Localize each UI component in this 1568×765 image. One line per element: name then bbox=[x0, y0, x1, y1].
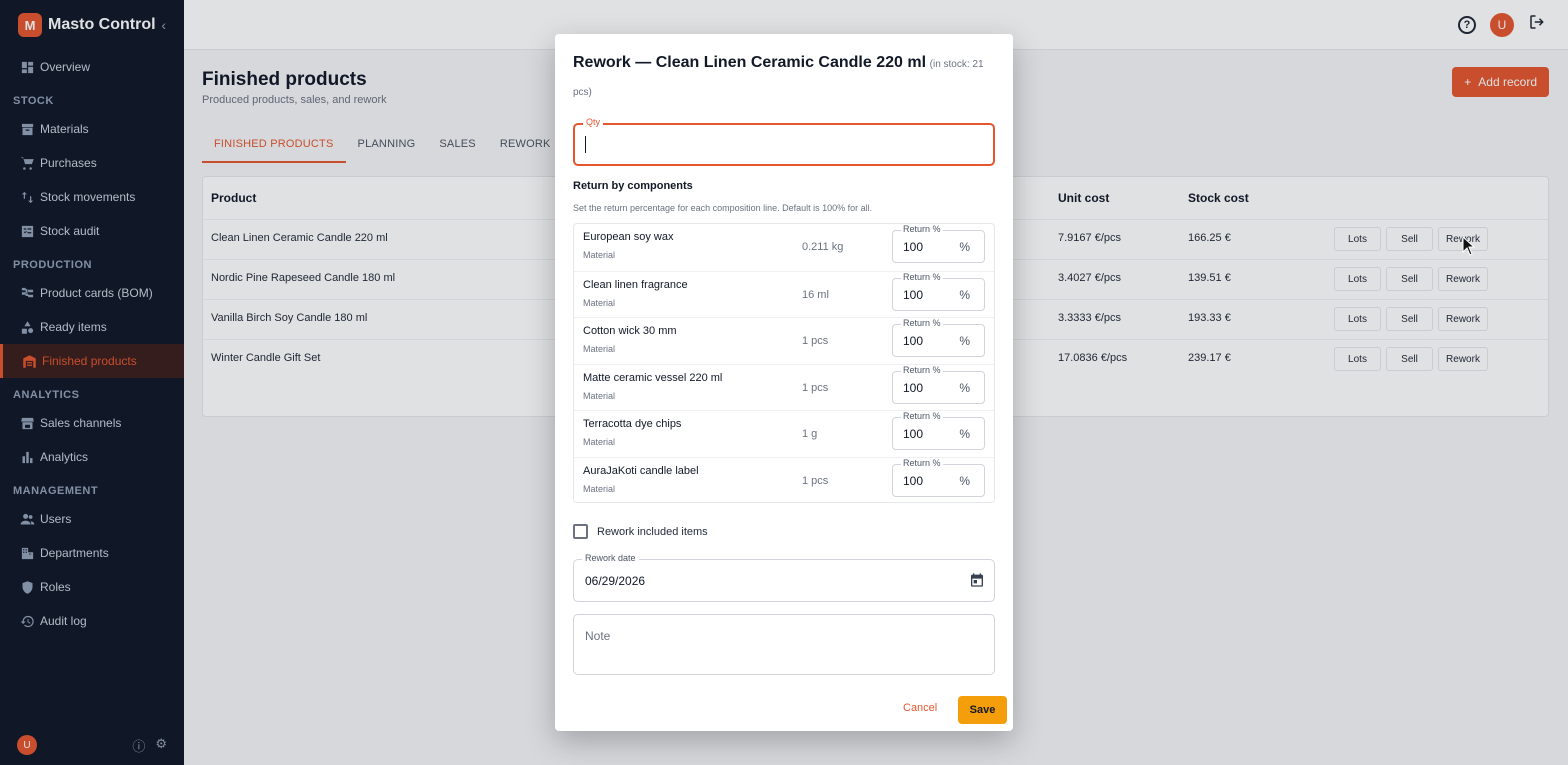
mouse-cursor-icon bbox=[1462, 236, 1476, 256]
return-percent-label: Return % bbox=[901, 457, 943, 468]
return-percent-label: Return % bbox=[901, 318, 943, 328]
return-percent-input[interactable]: Return % 100% bbox=[892, 318, 985, 357]
note-textarea[interactable]: Note bbox=[573, 614, 995, 675]
component-qty: 1 pcs bbox=[802, 474, 829, 487]
return-percent-label: Return % bbox=[901, 271, 943, 282]
note-placeholder: Note bbox=[585, 629, 611, 643]
qty-input[interactable]: Qty bbox=[573, 117, 995, 166]
component-qty: 0.211 kg bbox=[802, 241, 844, 253]
component-qty: 1 pcs bbox=[802, 381, 829, 394]
rework-date-field[interactable]: Rework date 06/29/2026 bbox=[573, 553, 995, 602]
percent-sign: % bbox=[959, 427, 970, 441]
percent-sign: % bbox=[959, 380, 970, 395]
component-row: European soy wax Material 0.211 kg Return %… bbox=[574, 224, 994, 271]
component-name: Matte ceramic vessel 220 ml bbox=[583, 371, 723, 384]
rework-included-row[interactable]: Rework included items bbox=[573, 524, 708, 539]
component-name: Clean linen fragrance bbox=[583, 278, 688, 291]
percent-sign: % bbox=[959, 334, 970, 348]
component-type: Material bbox=[583, 297, 616, 308]
return-percent-value: 100 bbox=[903, 427, 924, 441]
return-percent-label: Return % bbox=[901, 411, 943, 421]
component-qty: 1 g bbox=[802, 428, 818, 440]
component-name: European soy wax bbox=[583, 231, 674, 243]
rework-date-label: Rework date bbox=[582, 553, 639, 563]
return-percent-value: 100 bbox=[903, 380, 924, 395]
percent-sign: % bbox=[959, 473, 970, 488]
return-percent-label: Return % bbox=[901, 364, 943, 375]
return-percent-input[interactable]: Return % 100% bbox=[892, 364, 985, 404]
calendar-icon[interactable] bbox=[969, 572, 985, 588]
component-type: Material bbox=[583, 344, 616, 354]
rework-date-value: 06/29/2026 bbox=[585, 574, 646, 588]
text-caret bbox=[585, 136, 586, 153]
rework-included-label: Rework included items bbox=[597, 525, 708, 538]
component-row: Terracotta dye chips Material 1 g Return % 1… bbox=[574, 410, 994, 457]
components-title: Return by components bbox=[573, 180, 693, 192]
return-percent-input[interactable]: Return % 100% bbox=[892, 457, 985, 497]
component-type: Material bbox=[583, 390, 616, 401]
return-percent-value: 100 bbox=[903, 473, 924, 488]
return-percent-input[interactable]: Return % 100% bbox=[892, 411, 985, 450]
return-percent-input[interactable]: Return % 100% bbox=[892, 224, 985, 263]
rework-dialog: Rework — Clean Linen Ceramic Candle 220 … bbox=[555, 34, 1013, 731]
save-button[interactable]: Save bbox=[958, 696, 1007, 724]
dialog-title: Rework — Clean Linen Ceramic Candle 220 … bbox=[573, 50, 993, 106]
component-type: Material bbox=[583, 483, 616, 494]
components-hint: Set the return percentage for each compo… bbox=[573, 203, 873, 213]
component-row: Cotton wick 30 mm Material 1 pcs Return % 10… bbox=[574, 317, 994, 364]
component-name: AuraJaKoti candle label bbox=[583, 464, 699, 477]
dialog-title-text: Rework — Clean Linen Ceramic Candle 220 … bbox=[573, 54, 927, 71]
return-percent-label: Return % bbox=[901, 224, 943, 234]
component-name: Cotton wick 30 mm bbox=[583, 325, 677, 337]
return-percent-value: 100 bbox=[903, 334, 924, 348]
return-percent-value: 100 bbox=[903, 240, 924, 254]
component-type: Material bbox=[583, 250, 616, 260]
component-qty: 16 ml bbox=[802, 288, 829, 301]
component-row: Matte ceramic vessel 220 ml Material 1 pcs… bbox=[574, 363, 994, 411]
cancel-button[interactable]: Cancel bbox=[903, 702, 937, 714]
percent-sign: % bbox=[959, 240, 970, 254]
components-table: European soy wax Material 0.211 kg Return %… bbox=[573, 223, 995, 503]
component-name: Terracotta dye chips bbox=[583, 418, 682, 430]
component-type: Material bbox=[583, 437, 616, 447]
component-row: AuraJaKoti candle label Material 1 pcs Retu… bbox=[574, 456, 994, 504]
component-qty: 1 pcs bbox=[802, 335, 829, 347]
percent-sign: % bbox=[959, 287, 970, 302]
qty-label: Qty bbox=[583, 117, 604, 127]
return-percent-value: 100 bbox=[903, 287, 924, 302]
return-percent-input[interactable]: Return % 100% bbox=[892, 271, 985, 311]
rework-included-checkbox[interactable] bbox=[573, 524, 588, 539]
component-row: Clean linen fragrance Material 16 ml Return… bbox=[574, 270, 994, 318]
